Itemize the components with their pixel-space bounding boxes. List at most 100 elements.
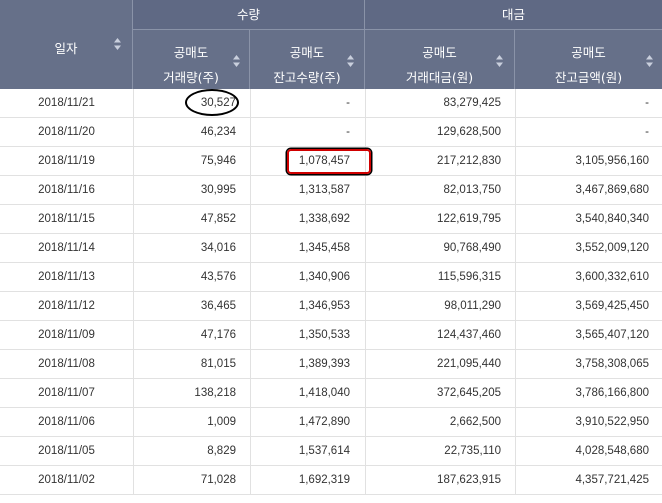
short-trade-value-cell: 124,437,460 bbox=[365, 321, 515, 349]
short-trade-value-cell: 221,095,440 bbox=[365, 350, 515, 378]
short-trade-value-cell: 82,013,750 bbox=[365, 176, 515, 204]
short-balance-amount-cell: 4,357,721,425 bbox=[515, 466, 662, 494]
short-volume-cell: 71,028 bbox=[133, 466, 250, 494]
date-cell: 2018/11/07 bbox=[38, 387, 95, 399]
table-row: 2018/11/07 138,218 1,418,040 372,645,205… bbox=[0, 379, 662, 408]
column-header-line1: 공매도 bbox=[422, 45, 457, 60]
short-trade-value-cell: 83,279,425 bbox=[365, 89, 515, 117]
sort-arrows-icon[interactable] bbox=[347, 55, 354, 67]
short-volume-cell: 81,015 bbox=[133, 350, 250, 378]
short-balance-qty-cell: 1,313,587 bbox=[250, 176, 365, 204]
date-cell: 2018/11/15 bbox=[38, 213, 95, 225]
table-row: 2018/11/21 30,527 - 83,279,425 - bbox=[0, 89, 662, 118]
highlight-rect-marker bbox=[287, 149, 371, 174]
group-header-quantity: 수량 bbox=[133, 0, 365, 30]
short-trade-value-cell: 22,735,110 bbox=[365, 437, 515, 465]
short-trade-value-cell: 2,662,500 bbox=[365, 408, 515, 436]
date-cell: 2018/11/06 bbox=[38, 416, 95, 428]
short-balance-amount-cell: 3,105,956,160 bbox=[515, 147, 662, 175]
table-row: 2018/11/14 34,016 1,345,458 90,768,490 3… bbox=[0, 234, 662, 263]
short-volume-cell: 1,009 bbox=[133, 408, 250, 436]
short-balance-qty-cell: 1,340,906 bbox=[250, 263, 365, 291]
column-header-line2: 거래량(주) bbox=[163, 70, 219, 85]
group-amount-label: 대금 bbox=[501, 7, 525, 22]
short-volume-cell: 46,234 bbox=[133, 118, 250, 146]
short-balance-amount-cell: 3,467,869,680 bbox=[515, 176, 662, 204]
short-balance-amount-cell: 3,565,407,120 bbox=[515, 321, 662, 349]
short-volume-cell: 34,016 bbox=[133, 234, 250, 262]
short-volume-cell: 75,946 bbox=[133, 147, 250, 175]
short-balance-amount-cell: - bbox=[515, 118, 662, 146]
short-balance-qty-cell: 1,692,319 bbox=[250, 466, 365, 494]
short-balance-qty-cell: 1,389,393 bbox=[250, 350, 365, 378]
column-header-line2: 잔고금액(원) bbox=[554, 70, 623, 85]
column-header-short-volume[interactable]: 공매도 거래량(주) bbox=[133, 30, 250, 89]
short-volume-cell: 138,218 bbox=[133, 379, 250, 407]
column-header-line2: 잔고수량(주) bbox=[273, 70, 341, 85]
short-balance-amount-cell: 3,552,009,120 bbox=[515, 234, 662, 262]
table-row: 2018/11/08 81,015 1,389,393 221,095,440 … bbox=[0, 350, 662, 379]
table-row: 2018/11/12 36,465 1,346,953 98,011,290 3… bbox=[0, 292, 662, 321]
highlight-ellipse-marker bbox=[185, 89, 239, 116]
column-header-line2: 거래대금(원) bbox=[405, 70, 474, 85]
column-header-short-trade-value[interactable]: 공매도 거래대금(원) bbox=[365, 30, 515, 89]
table-row: 2018/11/09 47,176 1,350,533 124,437,460 … bbox=[0, 321, 662, 350]
date-cell: 2018/11/12 bbox=[38, 300, 95, 312]
short-balance-qty-cell: 1,472,890 bbox=[250, 408, 365, 436]
short-balance-qty-cell: 1,345,458 bbox=[250, 234, 365, 262]
table-row: 2018/11/20 46,234 - 129,628,500 - bbox=[0, 118, 662, 147]
sort-arrows-icon[interactable] bbox=[233, 55, 240, 67]
table-row: 2018/11/02 71,028 1,692,319 187,623,915 … bbox=[0, 466, 662, 495]
short-trade-value-cell: 98,011,290 bbox=[365, 292, 515, 320]
short-volume-cell: 8,829 bbox=[133, 437, 250, 465]
table-row: 2018/11/16 30,995 1,313,587 82,013,750 3… bbox=[0, 176, 662, 205]
sort-arrows-icon[interactable] bbox=[646, 55, 653, 67]
date-cell: 2018/11/05 bbox=[38, 445, 95, 457]
short-balance-qty-cell: 1,350,533 bbox=[250, 321, 365, 349]
short-balance-amount-cell: 3,569,425,450 bbox=[515, 292, 662, 320]
date-cell: 2018/11/09 bbox=[38, 329, 95, 341]
short-trade-value-cell: 122,619,795 bbox=[365, 205, 515, 233]
group-header-amount: 대금 bbox=[365, 0, 662, 30]
short-trade-value-cell: 115,596,315 bbox=[365, 263, 515, 291]
short-trade-value-cell: 372,645,205 bbox=[365, 379, 515, 407]
date-cell: 2018/11/19 bbox=[38, 155, 95, 167]
short-balance-qty-cell: - bbox=[250, 89, 365, 117]
column-header-date[interactable]: 일자 bbox=[0, 0, 133, 89]
short-balance-amount-cell: - bbox=[515, 89, 662, 117]
short-balance-amount-cell: 3,910,522,950 bbox=[515, 408, 662, 436]
short-balance-qty-cell: 1,418,040 bbox=[250, 379, 365, 407]
group-quantity-label: 수량 bbox=[236, 7, 260, 22]
short-trade-value-cell: 129,628,500 bbox=[365, 118, 515, 146]
sort-arrows-icon[interactable] bbox=[114, 38, 121, 50]
short-balance-qty-cell: 1,346,953 bbox=[250, 292, 365, 320]
short-volume-cell: 43,576 bbox=[133, 263, 250, 291]
date-cell: 2018/11/21 bbox=[38, 97, 95, 109]
short-balance-qty-cell: 1,537,614 bbox=[250, 437, 365, 465]
short-balance-amount-cell: 3,540,840,340 bbox=[515, 205, 662, 233]
short-balance-amount-cell: 3,786,166,800 bbox=[515, 379, 662, 407]
date-cell: 2018/11/13 bbox=[38, 271, 95, 283]
date-cell: 2018/11/16 bbox=[38, 184, 95, 196]
column-header-short-balance-amount[interactable]: 공매도 잔고금액(원) bbox=[515, 30, 662, 89]
column-header-short-balance-qty[interactable]: 공매도 잔고수량(주) bbox=[250, 30, 365, 89]
table-row: 2018/11/05 8,829 1,537,614 22,735,110 4,… bbox=[0, 437, 662, 466]
short-volume-cell: 36,465 bbox=[133, 292, 250, 320]
short-balance-qty-cell: - bbox=[250, 118, 365, 146]
short-selling-table: 일자 수량 대금 공매도 거래량(주) 공매도 잔고수량(주) 공매도 거래대금… bbox=[0, 0, 662, 503]
short-balance-qty-cell: 1,338,692 bbox=[250, 205, 365, 233]
table-row: 2018/11/13 43,576 1,340,906 115,596,315 … bbox=[0, 263, 662, 292]
date-cell: 2018/11/02 bbox=[38, 474, 95, 486]
short-balance-amount-cell: 3,758,308,065 bbox=[515, 350, 662, 378]
date-header-label: 일자 bbox=[54, 41, 78, 56]
date-cell: 2018/11/14 bbox=[38, 242, 95, 254]
sort-arrows-icon[interactable] bbox=[496, 55, 503, 67]
short-trade-value-cell: 90,768,490 bbox=[365, 234, 515, 262]
table-row: 2018/11/06 1,009 1,472,890 2,662,500 3,9… bbox=[0, 408, 662, 437]
short-trade-value-cell: 217,212,830 bbox=[365, 147, 515, 175]
short-volume-cell: 47,176 bbox=[133, 321, 250, 349]
date-cell: 2018/11/20 bbox=[38, 126, 95, 138]
short-balance-amount-cell: 3,600,332,610 bbox=[515, 263, 662, 291]
column-header-line1: 공매도 bbox=[173, 45, 209, 60]
short-balance-amount-cell: 4,028,548,680 bbox=[515, 437, 662, 465]
